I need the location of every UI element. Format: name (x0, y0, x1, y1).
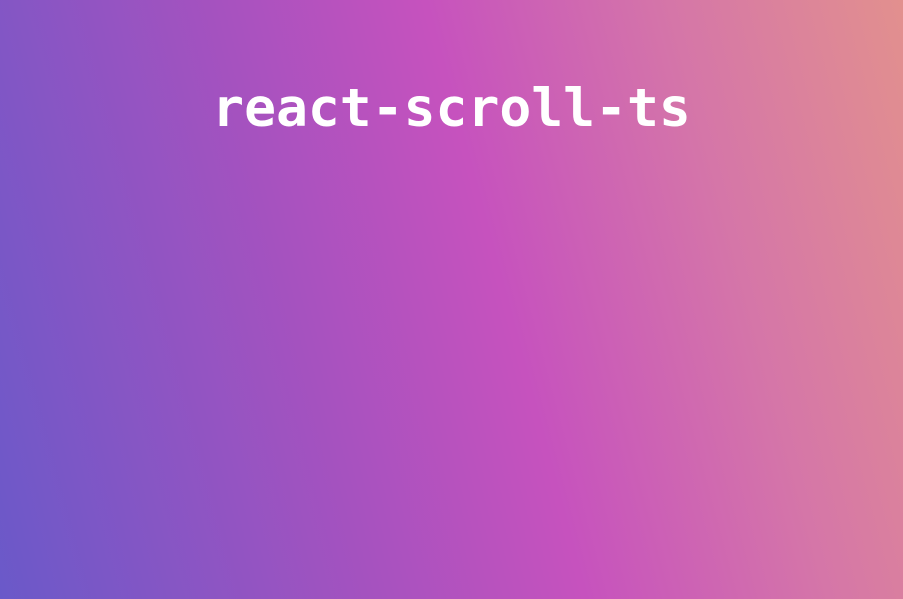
page-title: react-scroll-ts (212, 78, 691, 139)
page-background: react-scroll-ts (0, 0, 903, 599)
